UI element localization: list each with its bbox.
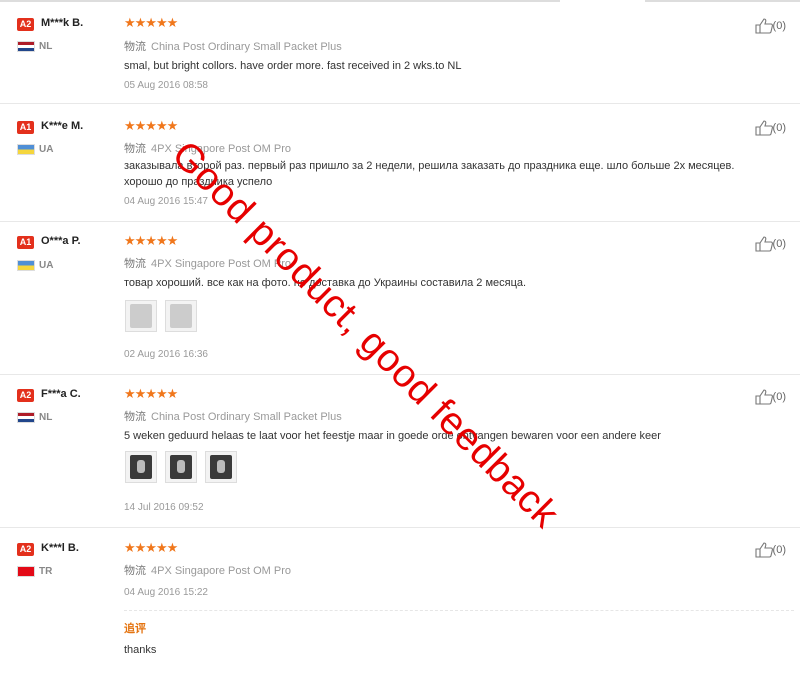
thumbs-up-icon: [754, 389, 773, 405]
buyer-country: UA: [39, 144, 54, 155]
buyer-name: M***k B.: [41, 17, 84, 29]
buyer-country: TR: [39, 566, 53, 577]
additional-feedback-text: thanks: [124, 644, 157, 656]
review-item: A2 F***a C. NL ★★★★★ 物流 China Post Ordina…: [0, 375, 800, 528]
review-text: smal, but bright collors. have order mor…: [124, 60, 462, 72]
buyer-name: K***l B.: [41, 542, 79, 554]
thumbs-up-icon: [754, 18, 773, 34]
review-item: A1 O***a P. UA ★★★★★ 物流 4PX Singapore Pos…: [0, 222, 800, 375]
buyer-level-badge: A2: [17, 389, 34, 402]
buyer-country: NL: [39, 41, 53, 52]
helpful-button[interactable]: (0): [754, 18, 786, 34]
buyer-name: O***a P.: [41, 235, 81, 247]
shipping-method: 物流 China Post Ordinary Small Packet Plus: [124, 411, 342, 423]
helpful-button[interactable]: (0): [754, 389, 786, 405]
helpful-button[interactable]: (0): [754, 236, 786, 252]
thumbs-up-icon: [754, 542, 773, 558]
flag-ua-icon: [17, 260, 35, 271]
star-rating: ★★★★★: [124, 233, 178, 248]
buyer-name: F***a C.: [41, 388, 81, 400]
helpful-button[interactable]: (0): [754, 542, 786, 558]
review-text: заказывала второй раз. первый раз пришло…: [124, 160, 735, 188]
thumbs-up-icon: [754, 236, 773, 252]
review-photo-thumbnail[interactable]: [205, 451, 237, 483]
review-date: 02 Aug 2016 16:36: [124, 349, 208, 360]
star-rating: ★★★★★: [124, 15, 178, 30]
star-rating: ★★★★★: [124, 118, 178, 133]
shipping-method: 物流 4PX Singapore Post OM Pro: [124, 565, 292, 577]
flag-nl-icon: [17, 412, 35, 423]
buyer-name: K***e M.: [41, 120, 84, 132]
review-item: A1 K***e M. UA ★★★★★ 物流 4PX Singapore Pos…: [0, 104, 800, 222]
review-text: товар хороший. все как на фото. но доста…: [124, 277, 527, 289]
buyer-country: NL: [39, 412, 53, 423]
review-date: 14 Jul 2016 09:52: [124, 502, 204, 513]
star-rating: ★★★★★: [124, 540, 178, 555]
buyer-country: UA: [39, 260, 54, 271]
helpful-button[interactable]: (0): [754, 120, 786, 136]
buyer-level-badge: A2: [17, 543, 34, 556]
review-date: 05 Aug 2016 08:58: [124, 80, 208, 91]
star-rating: ★★★★★: [124, 386, 178, 401]
divider: [124, 610, 794, 611]
review-item: A2 K***l B. TR ★★★★★ 物流 4PX Singapore Pos…: [0, 528, 800, 681]
review-photo-thumbnail[interactable]: [165, 300, 197, 332]
review-photos: [125, 451, 245, 487]
review-photo-thumbnail[interactable]: [165, 451, 197, 483]
thumbs-up-icon: [754, 120, 773, 136]
review-text: 5 weken geduurd helaas te laat voor het …: [124, 430, 661, 442]
shipping-method: 物流 China Post Ordinary Small Packet Plus: [124, 41, 342, 53]
additional-feedback-label: 追评: [124, 623, 146, 635]
flag-nl-icon: [17, 41, 35, 52]
review-photos: [125, 300, 205, 336]
review-photo-thumbnail[interactable]: [125, 300, 157, 332]
review-item: A2 M***k B. NL ★★★★★ 物流 China Post Ordina…: [0, 6, 800, 104]
buyer-level-badge: A1: [17, 236, 34, 249]
review-date: 04 Aug 2016 15:47: [124, 196, 208, 207]
flag-tr-icon: [17, 566, 35, 577]
shipping-method: 物流 4PX Singapore Post OM Pro: [124, 143, 292, 155]
buyer-level-badge: A2: [17, 18, 34, 31]
buyer-level-badge: A1: [17, 121, 34, 134]
flag-ua-icon: [17, 144, 35, 155]
review-date: 04 Aug 2016 15:22: [124, 587, 208, 598]
review-photo-thumbnail[interactable]: [125, 451, 157, 483]
shipping-method: 物流 4PX Singapore Post OM Pro: [124, 258, 292, 270]
top-divider: [0, 0, 800, 4]
